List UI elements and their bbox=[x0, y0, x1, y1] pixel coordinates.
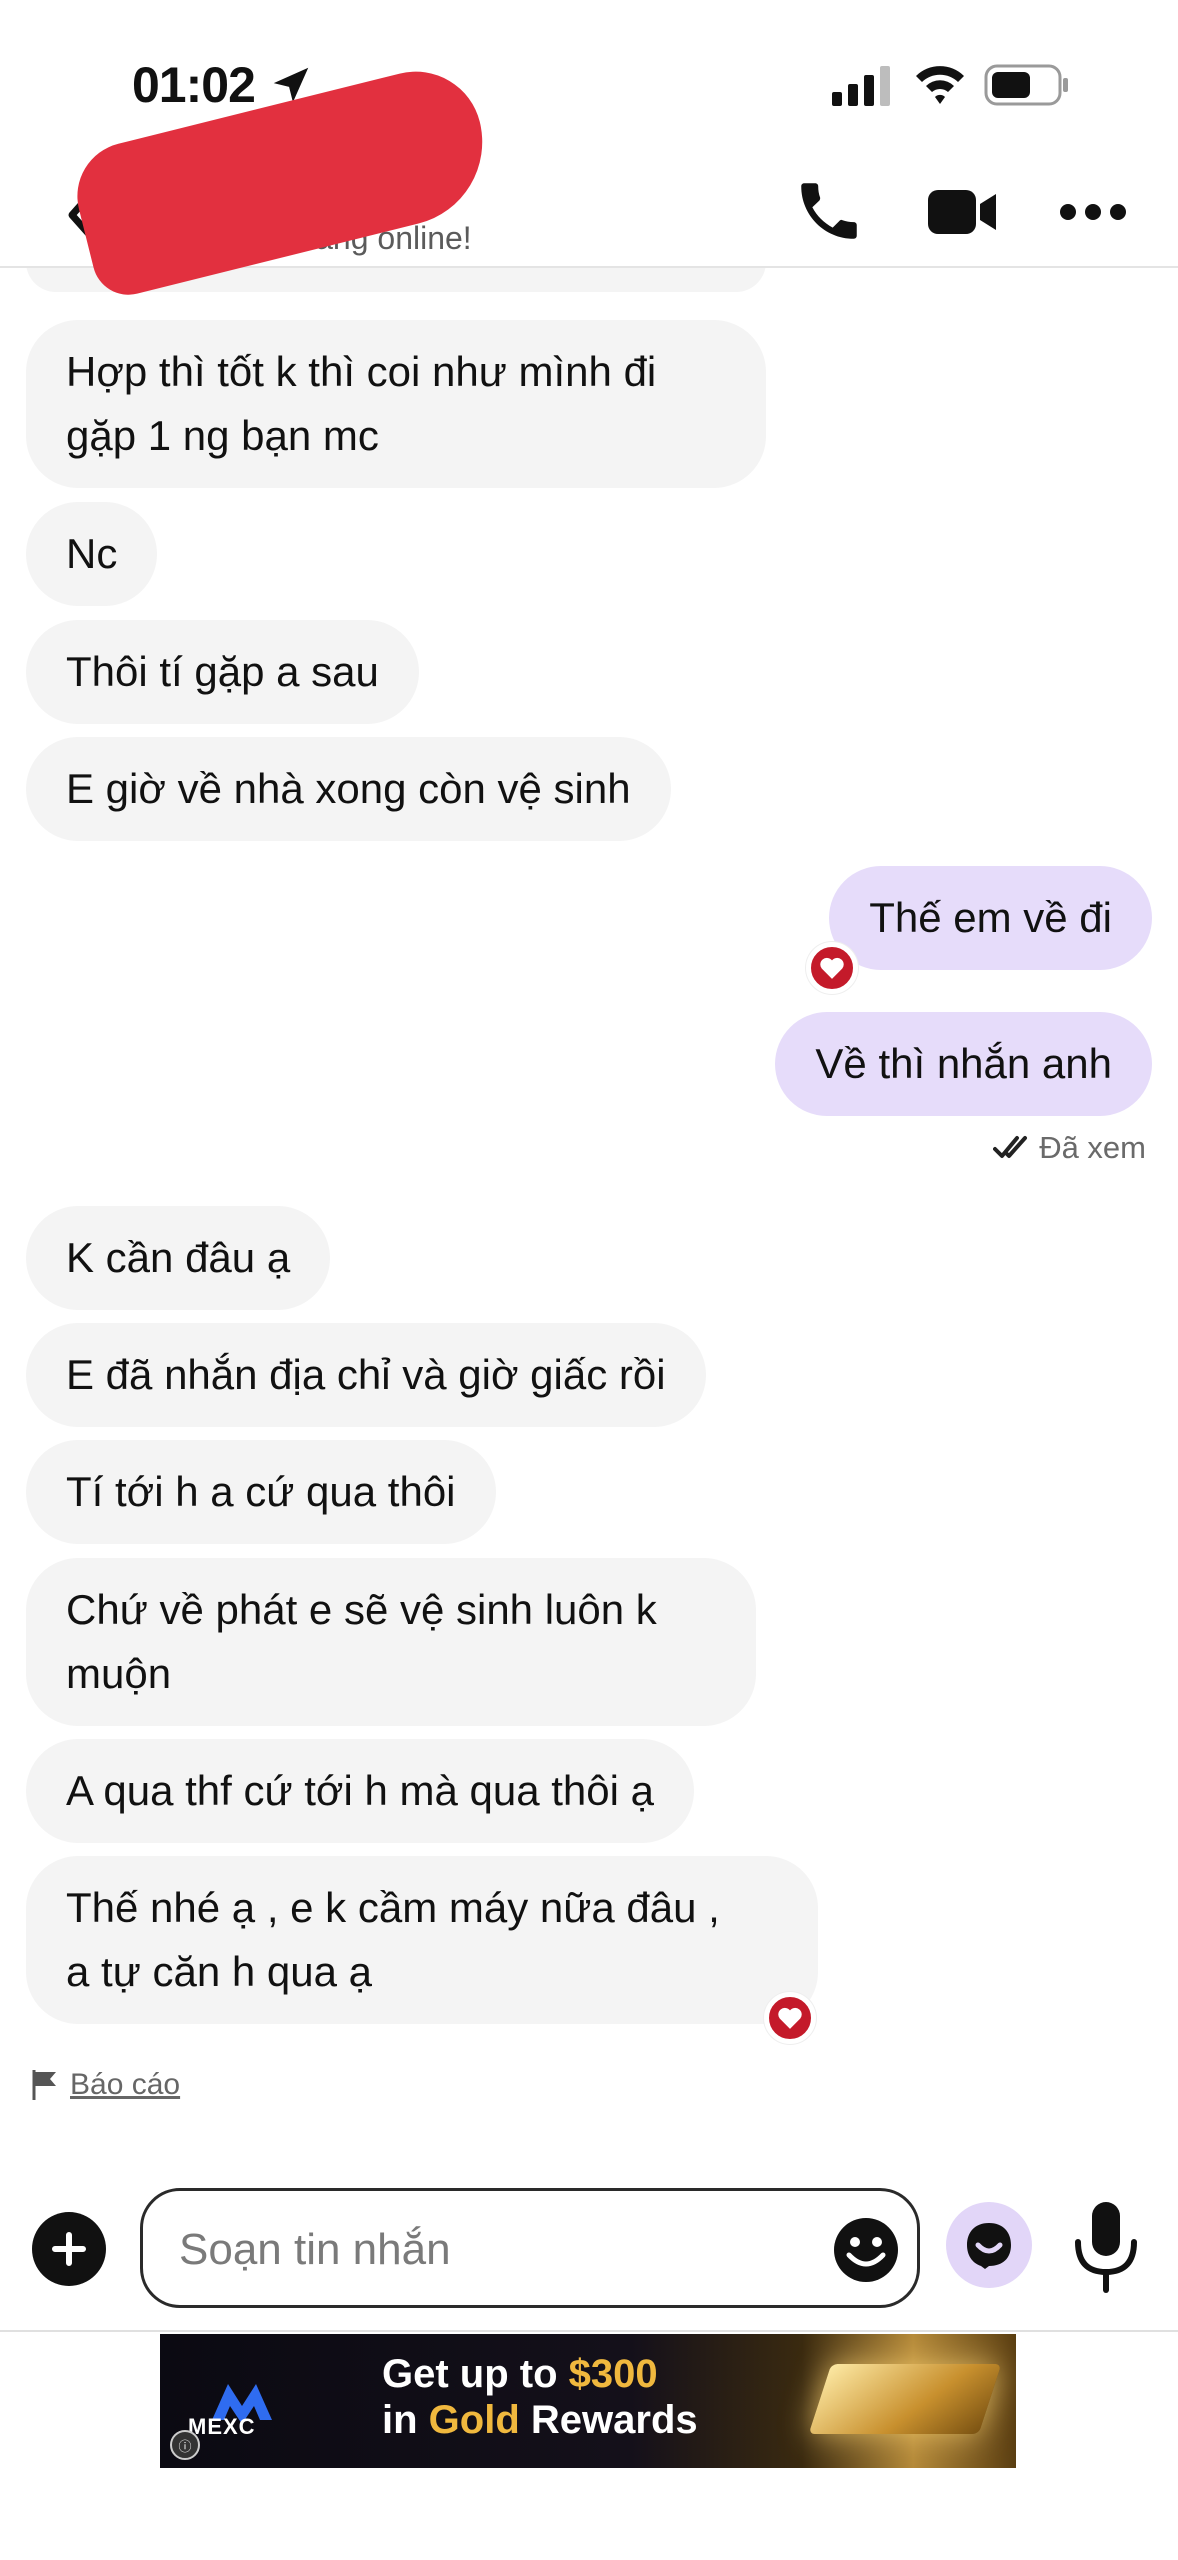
clock: 01:02 bbox=[132, 57, 256, 113]
message-bubble[interactable]: E giờ về nhà xong còn vệ sinh bbox=[26, 737, 671, 841]
message-bubble[interactable]: Thế nhé ạ , e k cầm máy nữa đâu , a tự c… bbox=[26, 1856, 818, 2024]
wifi-icon bbox=[916, 66, 964, 104]
message-text: Thế nhé ạ , e k cầm máy nữa đâu , a tự c… bbox=[66, 1884, 720, 1995]
report-label[interactable]: Báo cáo bbox=[70, 2068, 180, 2102]
message-composer bbox=[0, 2170, 1178, 2320]
microphone-icon[interactable] bbox=[1070, 2198, 1142, 2294]
message-text: Thế em về đi bbox=[869, 894, 1112, 941]
emoji-icon[interactable] bbox=[831, 2215, 901, 2285]
bottom-divider bbox=[0, 2330, 1178, 2332]
message-bubble-outgoing[interactable]: Về thì nhắn anh bbox=[775, 1012, 1152, 1116]
message-text: A qua thf cứ tới h mà qua thôi ạ bbox=[66, 1767, 654, 1814]
message-text: E giờ về nhà xong còn vệ sinh bbox=[66, 765, 631, 812]
message-text: Hợp thì tốt k thì coi như mình đi gặp 1 … bbox=[66, 348, 657, 459]
message-bubble[interactable]: Nc bbox=[26, 502, 158, 606]
bot-icon bbox=[967, 2223, 1011, 2269]
message-bubble[interactable]: K cần đâu ạ bbox=[26, 1206, 331, 1310]
message-bubble[interactable]: Chứ về phát e sẽ vệ sinh luôn k muộn bbox=[26, 1558, 756, 1726]
signal-icon bbox=[832, 66, 890, 106]
double-check-icon bbox=[993, 1136, 1028, 1158]
more-icon[interactable] bbox=[1058, 194, 1128, 230]
gold-bar-image bbox=[808, 2364, 1002, 2434]
message-bubble[interactable]: A qua thf cứ tới h mà qua thôi ạ bbox=[26, 1739, 694, 1843]
report-link[interactable]: Báo cáo bbox=[30, 2068, 180, 2102]
plus-icon bbox=[52, 2232, 86, 2266]
seen-label: Đã xem bbox=[1039, 1130, 1146, 1165]
ad-banner[interactable]: MEXC ⓘ Get up to $300 in Gold Rewards bbox=[160, 2334, 1016, 2468]
ai-assistant-button[interactable] bbox=[946, 2202, 1032, 2288]
ad-brand: MEXC bbox=[188, 2414, 256, 2439]
seen-indicator: Đã xem bbox=[993, 1130, 1146, 1166]
ad-subheadline: in Gold Rewards bbox=[382, 2398, 698, 2442]
message-bubble-outgoing[interactable]: Thế em về đi bbox=[829, 866, 1152, 970]
message-text: Về thì nhắn anh bbox=[815, 1040, 1112, 1087]
message-text: Thôi tí gặp a sau bbox=[66, 648, 379, 695]
message-text: E đã nhắn địa chỉ và giờ giấc rồi bbox=[66, 1351, 666, 1398]
heart-reaction-icon[interactable] bbox=[806, 942, 858, 994]
message-text: Tí tới h a cứ qua thôi bbox=[66, 1468, 456, 1515]
phone-call-icon[interactable] bbox=[792, 174, 866, 248]
add-attachment-button[interactable] bbox=[32, 2212, 106, 2286]
message-bubble[interactable]: Hợp thì tốt k thì coi như mình đi gặp 1 … bbox=[26, 320, 766, 488]
ad-choices-icon[interactable]: ⓘ bbox=[170, 2430, 200, 2460]
message-input[interactable] bbox=[179, 2219, 819, 2281]
video-call-icon[interactable] bbox=[926, 184, 998, 240]
message-input-box[interactable] bbox=[140, 2188, 920, 2308]
heart-reaction-icon[interactable] bbox=[764, 1992, 816, 2044]
ad-headline: Get up to $300 bbox=[382, 2352, 658, 2396]
battery-icon bbox=[984, 64, 1068, 106]
message-text: Chứ về phát e sẽ vệ sinh luôn k muộn bbox=[66, 1586, 657, 1697]
message-bubble[interactable]: E đã nhắn địa chỉ và giờ giấc rồi bbox=[26, 1323, 706, 1427]
message-text: Nc bbox=[66, 530, 118, 577]
message-thread[interactable]: Hợp thì tốt k thì coi như mình đi gặp 1 … bbox=[0, 268, 1178, 2148]
message-bubble[interactable]: Tí tới h a cứ qua thôi bbox=[26, 1440, 496, 1544]
message-text: K cần đâu ạ bbox=[66, 1234, 291, 1281]
message-bubble[interactable]: Thôi tí gặp a sau bbox=[26, 620, 419, 724]
flag-icon bbox=[32, 2070, 56, 2100]
